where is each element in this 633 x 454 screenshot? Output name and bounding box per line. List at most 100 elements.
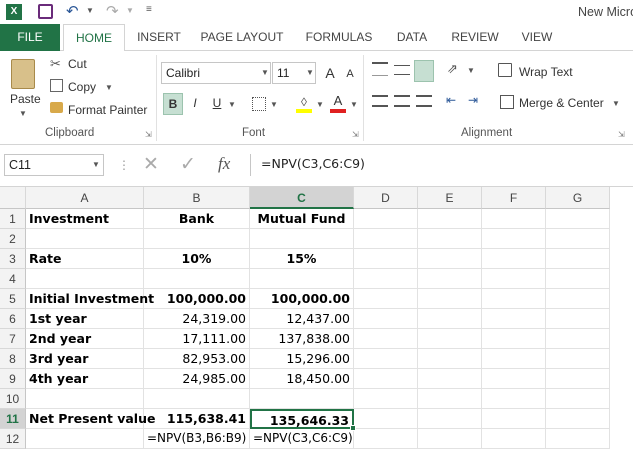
row-header-7[interactable]: 7 [0, 329, 26, 349]
column-header-e[interactable]: E [418, 187, 482, 209]
align-right-icon[interactable] [416, 95, 432, 107]
bold-button[interactable]: B [163, 93, 183, 115]
cut-button[interactable]: Cut [68, 57, 87, 71]
fill-color-dropdown-icon[interactable]: ▼ [316, 100, 324, 109]
cell-b10[interactable] [144, 389, 250, 409]
cell-g10[interactable] [546, 389, 610, 409]
fill-handle[interactable] [350, 425, 356, 431]
cell-f5[interactable] [482, 289, 546, 309]
cell-g12[interactable] [546, 429, 610, 449]
font-color-icon[interactable]: A [330, 93, 346, 113]
cell-e3[interactable] [418, 249, 482, 269]
column-header-d[interactable]: D [354, 187, 418, 209]
italic-button[interactable]: I [185, 93, 205, 115]
cell-a12[interactable] [26, 429, 144, 449]
cell-c4[interactable] [250, 269, 354, 289]
column-header-g[interactable]: G [546, 187, 610, 209]
align-top-icon[interactable] [372, 62, 388, 76]
cell-b5[interactable]: 100,000.00 [144, 289, 250, 309]
paste-dropdown-icon[interactable]: ▼ [19, 109, 27, 118]
cell-e1[interactable] [418, 209, 482, 229]
cell-a9[interactable]: 4th year [26, 369, 144, 389]
tab-page-layout[interactable]: PAGE LAYOUT [196, 24, 288, 51]
cell-g2[interactable] [546, 229, 610, 249]
cell-f2[interactable] [482, 229, 546, 249]
format-painter-button[interactable]: Format Painter [68, 103, 147, 117]
row-header-6[interactable]: 6 [0, 309, 26, 329]
cell-e7[interactable] [418, 329, 482, 349]
cell-d5[interactable] [354, 289, 418, 309]
tab-review[interactable]: REVIEW [446, 24, 504, 51]
row-header-12[interactable]: 12 [0, 429, 26, 449]
cell-c7[interactable]: 137,838.00 [250, 329, 354, 349]
redo-dropdown-icon[interactable]: ▼ [126, 6, 134, 15]
cancel-formula-icon[interactable]: ✕ [143, 153, 159, 176]
undo-icon[interactable]: ↶ [66, 2, 79, 20]
cell-c9[interactable]: 18,450.00 [250, 369, 354, 389]
font-launcher-icon[interactable]: ⇲ [352, 130, 359, 139]
cell-g3[interactable] [546, 249, 610, 269]
cell-a8[interactable]: 3rd year [26, 349, 144, 369]
save-icon[interactable] [38, 4, 53, 19]
column-header-b[interactable]: B [144, 187, 250, 209]
cell-d10[interactable] [354, 389, 418, 409]
cell-c6[interactable]: 12,437.00 [250, 309, 354, 329]
borders-dropdown-icon[interactable]: ▼ [270, 100, 278, 109]
cell-a3[interactable]: Rate [26, 249, 144, 269]
decrease-indent-icon[interactable]: ⇤ [446, 93, 456, 107]
tab-insert[interactable]: INSERT [133, 24, 185, 51]
cell-e2[interactable] [418, 229, 482, 249]
cell-b7[interactable]: 17,111.00 [144, 329, 250, 349]
copy-icon[interactable] [50, 79, 63, 92]
row-header-3[interactable]: 3 [0, 249, 26, 269]
cell-c12[interactable]: =NPV(C3,C6:C9) [250, 429, 354, 449]
tab-formulas[interactable]: FORMULAS [300, 24, 378, 51]
cell-f3[interactable] [482, 249, 546, 269]
cell-d2[interactable] [354, 229, 418, 249]
cell-e10[interactable] [418, 389, 482, 409]
row-header-4[interactable]: 4 [0, 269, 26, 289]
cell-e4[interactable] [418, 269, 482, 289]
cell-f9[interactable] [482, 369, 546, 389]
cell-e6[interactable] [418, 309, 482, 329]
cell-c10[interactable] [250, 389, 354, 409]
wrap-text-button[interactable]: Wrap Text [519, 65, 573, 79]
grow-font-button[interactable]: A [320, 63, 340, 83]
cut-icon[interactable]: ✂ [50, 56, 61, 72]
orientation-dropdown-icon[interactable]: ▼ [467, 66, 475, 75]
enter-formula-icon[interactable]: ✓ [180, 153, 196, 176]
cell-g6[interactable] [546, 309, 610, 329]
cell-f8[interactable] [482, 349, 546, 369]
cell-g9[interactable] [546, 369, 610, 389]
tab-file[interactable]: FILE [0, 24, 60, 51]
select-all-corner[interactable] [0, 187, 26, 209]
borders-icon[interactable] [252, 97, 266, 111]
insert-function-button[interactable]: fx [218, 154, 230, 174]
paste-button[interactable]: Paste [10, 92, 41, 106]
name-box[interactable]: C11 [4, 154, 104, 176]
cell-g5[interactable] [546, 289, 610, 309]
align-bottom-icon[interactable] [414, 60, 434, 82]
cell-a11[interactable]: Net Present value [26, 409, 155, 429]
copy-dropdown-icon[interactable]: ▼ [105, 83, 113, 92]
format-painter-icon[interactable] [50, 102, 63, 113]
cell-a7[interactable]: 2nd year [26, 329, 144, 349]
column-header-c[interactable]: C [250, 187, 354, 209]
row-header-9[interactable]: 9 [0, 369, 26, 389]
cell-g8[interactable] [546, 349, 610, 369]
customize-qat-icon[interactable]: ≡ [146, 4, 152, 15]
cell-b6[interactable]: 24,319.00 [144, 309, 250, 329]
cell-d9[interactable] [354, 369, 418, 389]
row-header-2[interactable]: 2 [0, 229, 26, 249]
cell-d3[interactable] [354, 249, 418, 269]
cell-d11[interactable] [354, 409, 418, 429]
cell-d4[interactable] [354, 269, 418, 289]
tab-home[interactable]: HOME [63, 24, 125, 52]
cell-d7[interactable] [354, 329, 418, 349]
cell-a4[interactable] [26, 269, 144, 289]
cell-b2[interactable] [144, 229, 250, 249]
cell-a2[interactable] [26, 229, 144, 249]
font-size-dropdown-icon[interactable]: ▼ [306, 68, 314, 77]
cell-d12[interactable] [354, 429, 418, 449]
font-name-box[interactable]: Calibri [161, 62, 271, 84]
